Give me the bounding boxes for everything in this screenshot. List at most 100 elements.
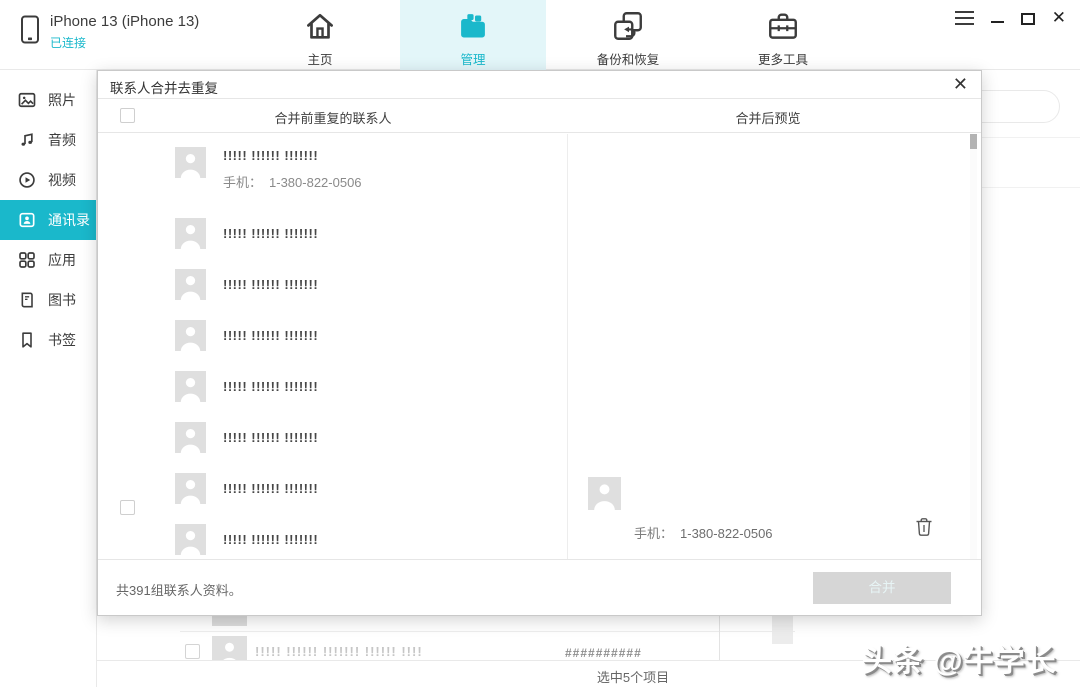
nav-more-tools[interactable]: 更多工具 — [723, 0, 843, 70]
merge-button[interactable]: 合并 — [813, 572, 951, 604]
duplicate-contact-row[interactable]: !!!!! !!!!!! !!!!!!! — [98, 208, 567, 259]
duplicate-contact-row[interactable]: !!!!! !!!!!! !!!!!!! 手机： 1-380-822-0506 — [98, 145, 567, 208]
sidebar-item-audio[interactable]: 音频 — [0, 120, 96, 160]
column-header-row: 合并前重复的联系人 合并后预览 — [98, 99, 981, 133]
sidebar-item-books[interactable]: 图书 — [0, 280, 96, 320]
maximize-button[interactable] — [1021, 13, 1035, 25]
avatar — [175, 320, 206, 351]
app-window: !!!!! !!!!!! !!!!!!! !!!!!! !!!! #######… — [0, 0, 1080, 687]
duplicate-contact-row[interactable]: !!!!! !!!!!! !!!!!!! — [98, 514, 567, 561]
sidebar-item-photos[interactable]: 照片 — [0, 80, 96, 120]
duplicates-panel: !!!!! !!!!!! !!!!!!! 手机： 1-380-822-0506 !… — [98, 134, 568, 561]
contact-name: !!!!! !!!!!! !!!!!!! — [223, 148, 362, 163]
contacts-icon — [17, 210, 37, 230]
sidebar-item-label: 应用 — [48, 250, 76, 270]
avatar — [175, 524, 206, 555]
iphone-icon — [18, 15, 42, 45]
sidebar-item-label: 图书 — [48, 290, 76, 310]
scrollbar-thumb[interactable] — [772, 616, 793, 644]
contact-name: !!!!! !!!!!! !!!!!!! — [223, 430, 318, 445]
avatar — [175, 422, 206, 453]
avatar — [175, 473, 206, 504]
nav-more-tools-label: 更多工具 — [723, 49, 843, 68]
contact-text: !!!!! !!!!!! !!!!!!! — [223, 430, 318, 445]
contact-name: !!!!! !!!!!! !!!!!!! — [223, 277, 318, 292]
row-checkbox[interactable] — [185, 644, 200, 659]
sidebar-item-label: 通讯录 — [48, 210, 90, 230]
nav-backup-restore-label: 备份和恢复 — [558, 49, 698, 68]
device-name: iPhone 13 (iPhone 13) — [50, 13, 199, 30]
delete-field-button[interactable] — [915, 517, 933, 537]
dialog-footer: 共391组联系人资料。 合并 — [98, 559, 981, 615]
sidebar-item-contacts[interactable]: 通讯录 — [0, 200, 96, 240]
minimize-button[interactable] — [991, 21, 1004, 23]
contact-name: !!!!! !!!!!! !!!!!!! — [223, 226, 318, 241]
avatar — [212, 616, 247, 626]
close-window-button[interactable]: ✕ — [1052, 9, 1066, 27]
photo-icon — [17, 90, 37, 110]
dialog-body: !!!!! !!!!!! !!!!!!! 手机： 1-380-822-0506 !… — [98, 134, 981, 561]
sidebar-item-video[interactable]: 视频 — [0, 160, 96, 200]
avatar — [588, 477, 621, 510]
nav-home-label: 主页 — [262, 49, 378, 68]
apps-icon — [17, 250, 37, 270]
video-icon — [17, 170, 37, 190]
duplicate-contact-row[interactable]: !!!!! !!!!!! !!!!!!! — [98, 463, 567, 514]
sidebar-item-label: 书签 — [48, 330, 76, 350]
avatar — [175, 269, 206, 300]
merge-preview-panel: 手机：1-380-822-0506 — [568, 134, 969, 561]
watermark-text: 头条 @牛学长 — [862, 636, 1057, 680]
contact-text: !!!!! !!!!!! !!!!!!! — [223, 481, 318, 496]
sidebar-item-apps[interactable]: 应用 — [0, 240, 96, 280]
nav-home[interactable]: 主页 — [262, 0, 378, 70]
avatar — [175, 147, 206, 178]
top-bar: iPhone 13 (iPhone 13) 已连接 主页 管理 — [0, 0, 1080, 70]
sidebar-item-label: 照片 — [48, 90, 76, 110]
contact-text: !!!!! !!!!!! !!!!!!! — [223, 532, 318, 547]
preview-phone-row: 手机：1-380-822-0506 — [634, 523, 773, 542]
nav-backup-restore[interactable]: 备份和恢复 — [558, 0, 698, 70]
contact-text: !!!!! !!!!!! !!!!!!! — [223, 379, 318, 394]
home-icon — [303, 9, 337, 43]
column-divider — [719, 616, 720, 660]
window-controls: ✕ — [955, 8, 1066, 28]
phone-value: 1-380-822-0506 — [680, 526, 773, 541]
sidebar-item-bookmarks[interactable]: 书签 — [0, 320, 96, 360]
contact-name: !!!!! !!!!!! !!!!!!! — [223, 379, 318, 394]
contact-text: !!!!! !!!!!! !!!!!!! — [223, 277, 318, 292]
contact-name: !!!!! !!!!!! !!!!!!! — [223, 328, 318, 343]
duplicate-contact-row[interactable]: !!!!! !!!!!! !!!!!!! — [98, 310, 567, 361]
dialog-header: 联系人合并去重复 ✕ — [98, 71, 981, 99]
merge-dedupe-dialog: 联系人合并去重复 ✕ 合并前重复的联系人 合并后预览 !!!!! !!!!!! … — [97, 70, 982, 616]
contact-name: !!!!! !!!!!! !!!!!!! — [223, 532, 318, 547]
selection-status-text: 选中5个项目 — [533, 667, 733, 686]
book-icon — [17, 290, 37, 310]
music-icon — [17, 130, 37, 150]
contact-text: !!!!! !!!!!! !!!!!!! — [223, 226, 318, 241]
duplicate-contact-row[interactable]: !!!!! !!!!!! !!!!!!! — [98, 259, 567, 310]
duplicate-contact-list: !!!!! !!!!!! !!!!!!! 手机： 1-380-822-0506 !… — [98, 134, 567, 561]
scrollbar-thumb[interactable] — [970, 134, 977, 149]
duplicate-contact-row[interactable]: !!!!! !!!!!! !!!!!!! — [98, 361, 567, 412]
bookmark-icon — [17, 330, 37, 350]
contact-name: !!!!! !!!!!! !!!!!!! !!!!!! !!!! — [255, 644, 423, 659]
toolbox-icon — [766, 9, 800, 43]
phone-value: 1-380-822-0506 — [269, 175, 362, 190]
group-checkbox[interactable] — [120, 500, 135, 515]
device-status: 已连接 — [50, 34, 199, 51]
contact-text: !!!!! !!!!!! !!!!!!! 手机： 1-380-822-0506 — [223, 145, 362, 191]
avatar — [175, 371, 206, 402]
backup-restore-icon — [611, 9, 645, 43]
folders-icon — [456, 9, 490, 43]
column-header-preview: 合并后预览 — [568, 108, 968, 127]
trash-icon — [915, 517, 933, 537]
sidebar: 照片 音频 视频 通讯录 — [0, 70, 97, 687]
duplicate-contact-row[interactable]: !!!!! !!!!!! !!!!!!! — [98, 412, 567, 463]
contact-phone-row: 手机： 1-380-822-0506 — [223, 172, 362, 191]
sidebar-item-label: 视频 — [48, 170, 76, 190]
menu-icon[interactable] — [955, 11, 974, 25]
dialog-scrollbar — [970, 134, 977, 561]
nav-manage[interactable]: 管理 — [400, 0, 546, 70]
phone-label: 手机： — [223, 175, 262, 190]
close-dialog-icon[interactable]: ✕ — [953, 74, 968, 95]
